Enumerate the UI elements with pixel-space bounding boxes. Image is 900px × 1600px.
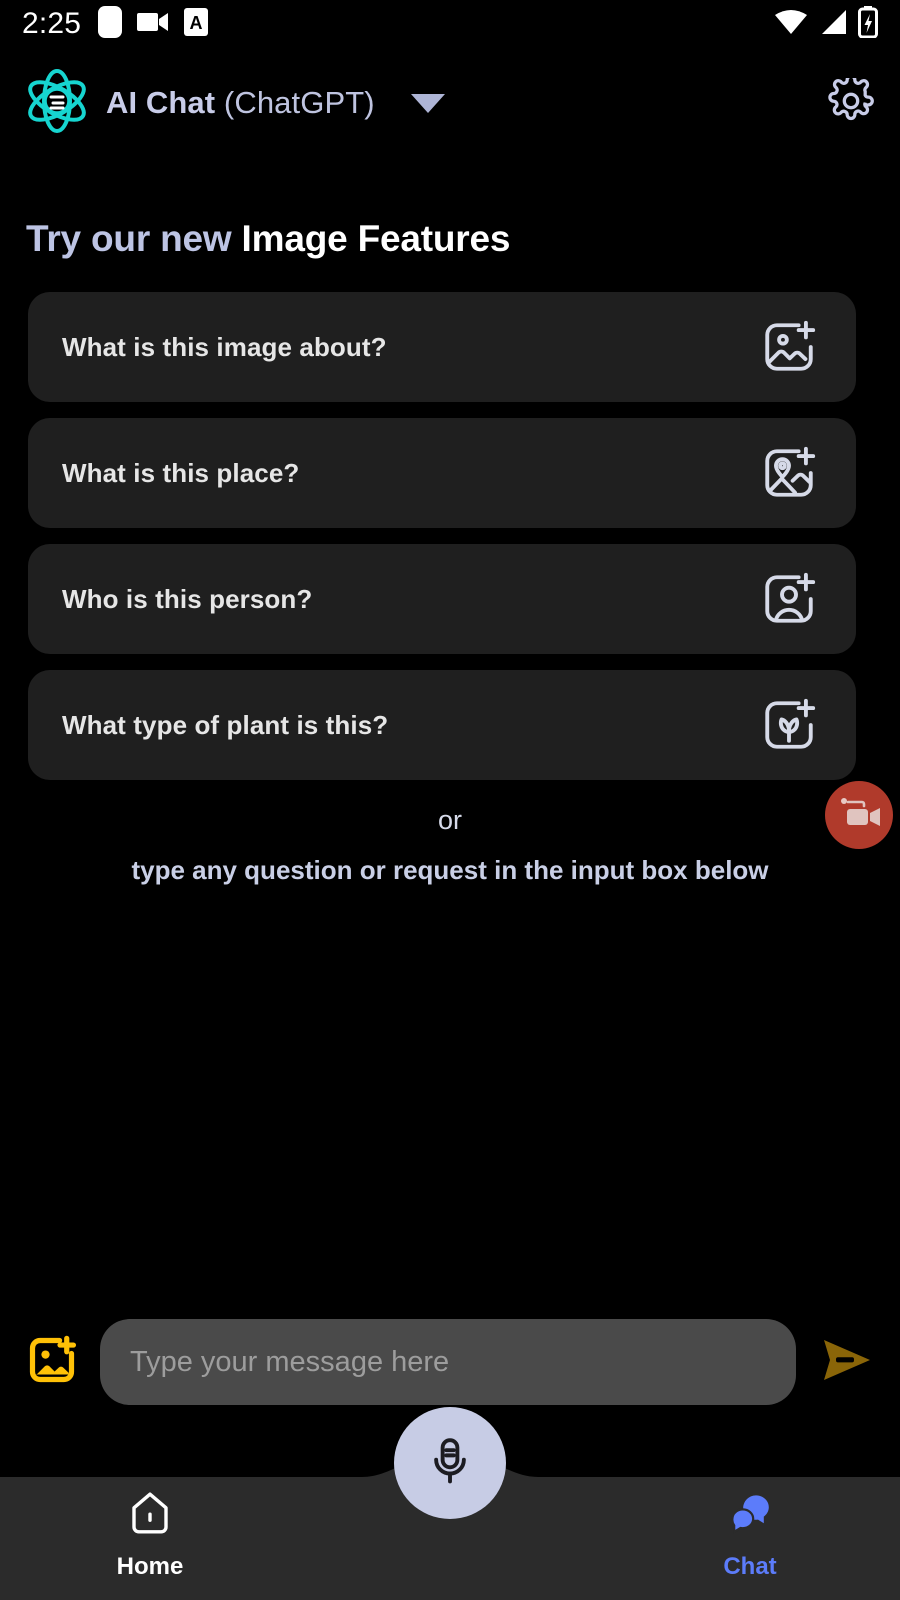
- plant-image-plus-icon: [760, 696, 818, 754]
- nav-item-home[interactable]: Home: [0, 1475, 300, 1581]
- card-label: What is this place?: [62, 457, 300, 488]
- card-label: What is this image about?: [62, 331, 387, 362]
- headline-part-light: Try our new: [26, 218, 232, 259]
- suggestion-card-place[interactable]: What is this place?: [28, 418, 856, 528]
- headline-part-white: Image Features: [231, 218, 511, 259]
- wifi-icon: [774, 8, 808, 41]
- message-input-placeholder: Type your message here: [130, 1345, 450, 1378]
- bottom-nav-items: Home Chat: [0, 1455, 900, 1600]
- section-headline: Try our new Image Features: [26, 218, 510, 260]
- a-badge-icon: A: [183, 7, 209, 42]
- screen-record-camera-icon: [837, 796, 881, 835]
- suggestion-card-list: What is this image about? What is this p…: [28, 292, 856, 796]
- bottom-navigation-bar: Home Chat: [0, 1407, 900, 1600]
- card-label: What type of plant is this?: [62, 709, 389, 740]
- status-time: 2:25: [22, 7, 82, 40]
- attach-image-button[interactable]: [26, 1334, 78, 1391]
- gear-icon: [828, 73, 874, 129]
- location-image-plus-icon: [760, 444, 818, 502]
- app-header: AI Chat (ChatGPT): [0, 64, 900, 142]
- send-arrow-icon: [818, 1334, 874, 1391]
- atom-logo-icon: [26, 68, 88, 139]
- status-bar-right-icons: [774, 5, 878, 43]
- brand-title-strong: AI Chat: [106, 85, 216, 120]
- screen-record-floating-button[interactable]: [825, 781, 893, 849]
- image-plus-icon: [760, 318, 818, 376]
- settings-button[interactable]: [828, 73, 874, 129]
- suggestion-card-person[interactable]: Who is this person?: [28, 544, 856, 654]
- battery-charging-icon: [858, 5, 878, 43]
- input-hint-text: type any question or request in the inpu…: [131, 855, 769, 885]
- app-root: 2:25 A AI Chat (ChatGPT) Try our new Ima…: [0, 0, 900, 1600]
- person-image-plus-icon: [760, 570, 818, 628]
- video-record-icon: [137, 10, 169, 39]
- nav-label-chat: Chat: [723, 1552, 777, 1580]
- brand-title-light: (ChatGPT): [223, 85, 375, 120]
- message-input-bar: Type your message here: [0, 1318, 900, 1406]
- send-button[interactable]: [818, 1334, 874, 1391]
- chat-bubbles-icon: [726, 1489, 774, 1542]
- image-plus-attach-icon: [26, 1334, 78, 1391]
- cell-signal-icon: [818, 8, 848, 41]
- suggestion-card-plant[interactable]: What type of plant is this?: [28, 670, 856, 780]
- or-divider-label: or: [437, 805, 462, 835]
- svg-text:A: A: [190, 13, 203, 33]
- nav-label-home: Home: [116, 1552, 184, 1580]
- nav-item-chat[interactable]: Chat: [600, 1475, 900, 1581]
- status-bar-left-icons: A: [97, 5, 209, 44]
- suggestion-card-image-about[interactable]: What is this image about?: [28, 292, 856, 402]
- page-title: AI Chat (ChatGPT): [106, 85, 375, 121]
- chevron-down-icon[interactable]: [410, 93, 445, 113]
- message-input-field[interactable]: Type your message here: [100, 1319, 796, 1405]
- status-bar: 2:25 A: [0, 0, 900, 48]
- home-icon: [126, 1489, 174, 1542]
- rounded-square-icon: [97, 5, 123, 44]
- brand-selector[interactable]: AI Chat (ChatGPT): [26, 68, 445, 139]
- card-label: Who is this person?: [62, 583, 313, 614]
